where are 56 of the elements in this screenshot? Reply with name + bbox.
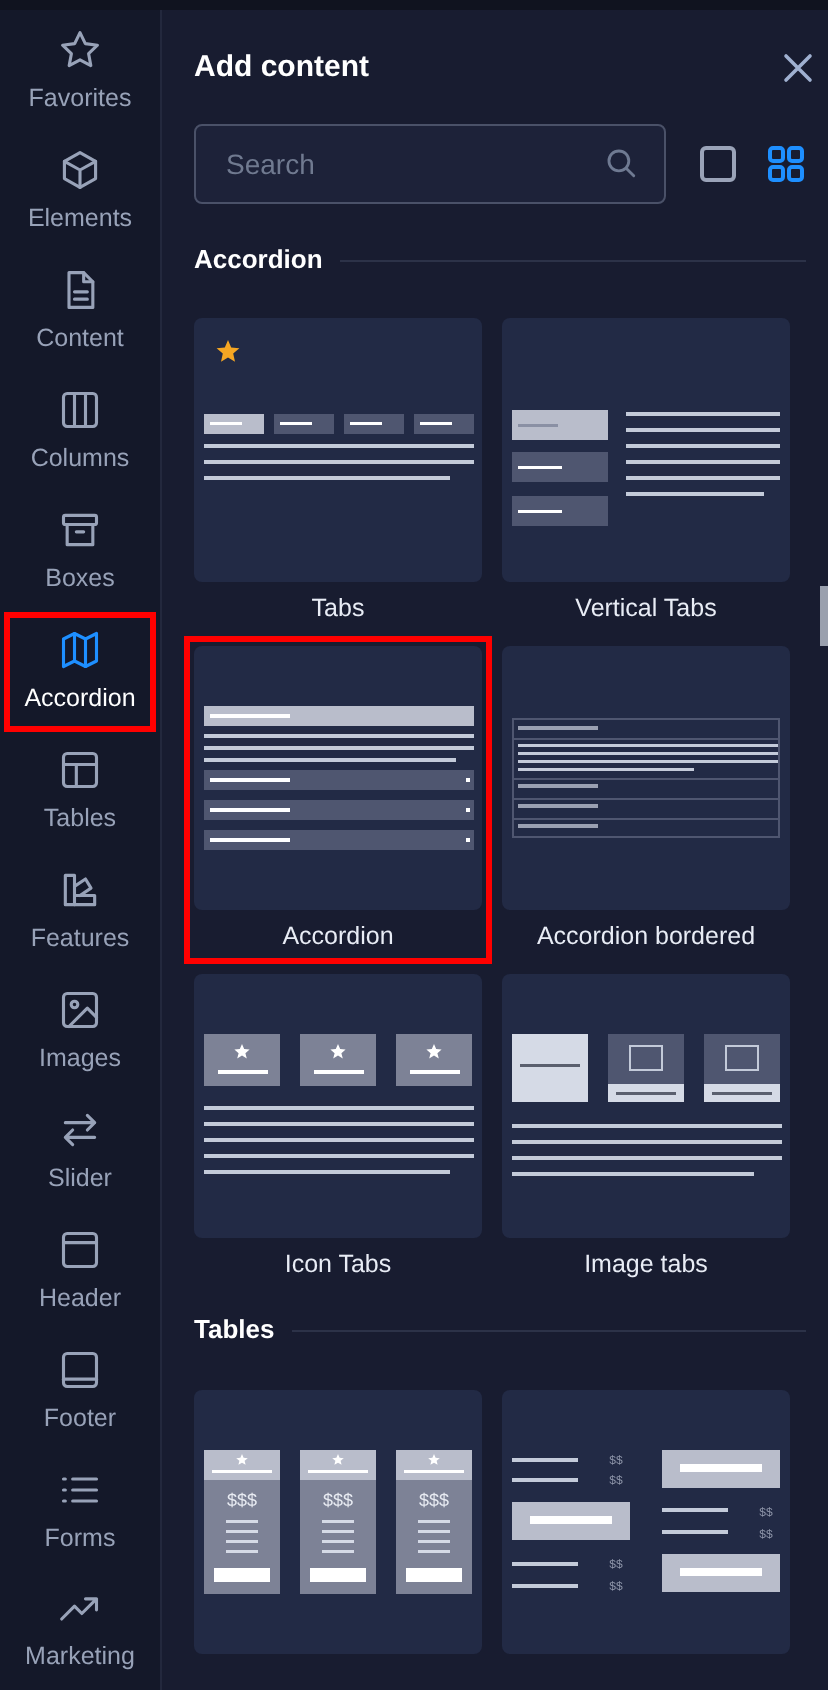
- sidebar-item[interactable]: Slider: [4, 1090, 156, 1211]
- favorite-star-icon: [216, 340, 240, 362]
- icon-tab-drawing: [396, 1034, 472, 1086]
- map-icon: [58, 628, 102, 673]
- sidebar-item[interactable]: Features: [4, 850, 156, 971]
- grid-view-icon[interactable]: [766, 144, 806, 184]
- sidebar-item[interactable]: Marketing: [4, 1569, 156, 1690]
- card-label: Image tabs: [584, 1247, 708, 1282]
- table-icon: [58, 747, 102, 792]
- tab-shape: [512, 410, 608, 440]
- star-icon: [58, 28, 102, 73]
- section-heading: Tables: [194, 1314, 275, 1346]
- close-icon[interactable]: [782, 52, 814, 84]
- content-card[interactable]: Vertical Tabs: [492, 308, 800, 636]
- sidebar-item[interactable]: Content: [4, 251, 156, 372]
- image-tab-drawing: [608, 1034, 684, 1102]
- card-label: Accordion bordered: [536, 919, 756, 954]
- columns-icon: [58, 388, 102, 433]
- search-icon: [604, 146, 638, 180]
- sidebar-item[interactable]: Forms: [4, 1450, 156, 1570]
- search-field[interactable]: Search: [194, 124, 666, 204]
- sidebar-item[interactable]: Images: [4, 970, 156, 1091]
- content-card[interactable]: Accordion: [184, 636, 492, 964]
- image-tab-drawing: [512, 1034, 588, 1102]
- content-card[interactable]: Icon Tabs: [184, 964, 492, 1292]
- sidebar-item[interactable]: Elements: [4, 131, 156, 252]
- sidebar-item[interactable]: Footer: [4, 1330, 156, 1451]
- cube-icon: [58, 148, 102, 193]
- panel-title: Add content: [194, 47, 369, 88]
- footer-layout-icon: [58, 1347, 102, 1392]
- image-tab-drawing: [704, 1034, 780, 1102]
- sidebar-item[interactable]: Favorites: [4, 12, 156, 132]
- tab-shape: [512, 496, 608, 526]
- image-icon: [58, 987, 102, 1032]
- card-label: Icon Tabs: [284, 1247, 392, 1282]
- tab-shape: [512, 452, 608, 482]
- content-card[interactable]: Accordion bordered: [492, 636, 800, 964]
- scrollbar-thumb[interactable]: [820, 586, 828, 646]
- sidebar-item[interactable]: Tables: [4, 731, 156, 851]
- section-heading: Accordion: [194, 244, 323, 276]
- content-card[interactable]: Image tabs: [492, 964, 800, 1292]
- card-label: Tabs: [311, 591, 365, 626]
- single-view-icon[interactable]: [698, 144, 738, 184]
- card-label: Accordion: [282, 919, 394, 954]
- content-card[interactable]: Tabs: [184, 308, 492, 636]
- sidebar-item[interactable]: Accordion: [4, 611, 156, 732]
- card-label: Vertical Tabs: [575, 591, 717, 626]
- price-label: $$$: [322, 1490, 354, 1510]
- icon-tab-drawing: [300, 1034, 376, 1086]
- icon-tab-drawing: [204, 1034, 280, 1086]
- price-label: $$$: [418, 1490, 450, 1510]
- sidebar-item[interactable]: Columns: [4, 371, 156, 492]
- sidebar-item[interactable]: Boxes: [4, 491, 156, 612]
- header-layout-icon: [58, 1227, 102, 1272]
- sidebar-item[interactable]: Header: [4, 1210, 156, 1331]
- price-label: $$$: [226, 1490, 258, 1510]
